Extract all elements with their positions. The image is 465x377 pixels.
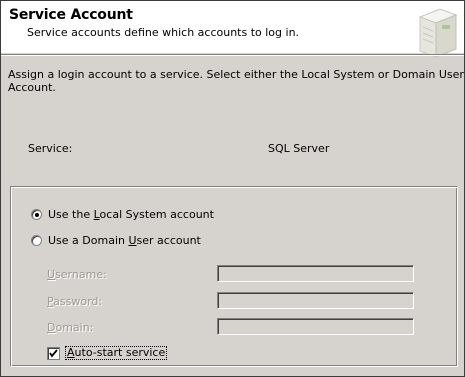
password-field[interactable] (217, 292, 414, 309)
dialog-window: Service Account Service accounts define … (0, 0, 465, 377)
radio-button-selected[interactable] (31, 209, 42, 220)
local-system-label: Use the Local System account (48, 208, 214, 221)
autostart-checkbox[interactable] (47, 346, 60, 360)
domain-user-label: Use a Domain User account (48, 234, 201, 247)
autostart-label: Auto-start service (65, 346, 168, 360)
service-label: Service: (28, 142, 73, 155)
username-label: Username: (47, 268, 107, 281)
password-label: Password: (47, 295, 103, 308)
server-icon (418, 8, 458, 58)
page-subtitle: Service accounts define which accounts t… (27, 26, 300, 39)
domain-label: Domain: (47, 321, 94, 334)
header-panel: Service Account Service accounts define … (1, 1, 464, 58)
domain-field[interactable] (217, 318, 414, 335)
service-value: SQL Server (268, 142, 330, 155)
radio-button-unselected[interactable] (31, 235, 42, 246)
checkmark-icon (49, 348, 58, 358)
instruction-text: Assign a login account to a service. Sel… (8, 68, 464, 94)
domain-user-radio[interactable]: Use a Domain User account (31, 234, 201, 247)
header-separator (1, 54, 464, 56)
page-title: Service Account (9, 7, 133, 23)
autostart-checkbox-row[interactable]: Auto-start service (47, 346, 168, 360)
local-system-radio[interactable]: Use the Local System account (31, 208, 214, 221)
username-field[interactable] (217, 265, 414, 282)
